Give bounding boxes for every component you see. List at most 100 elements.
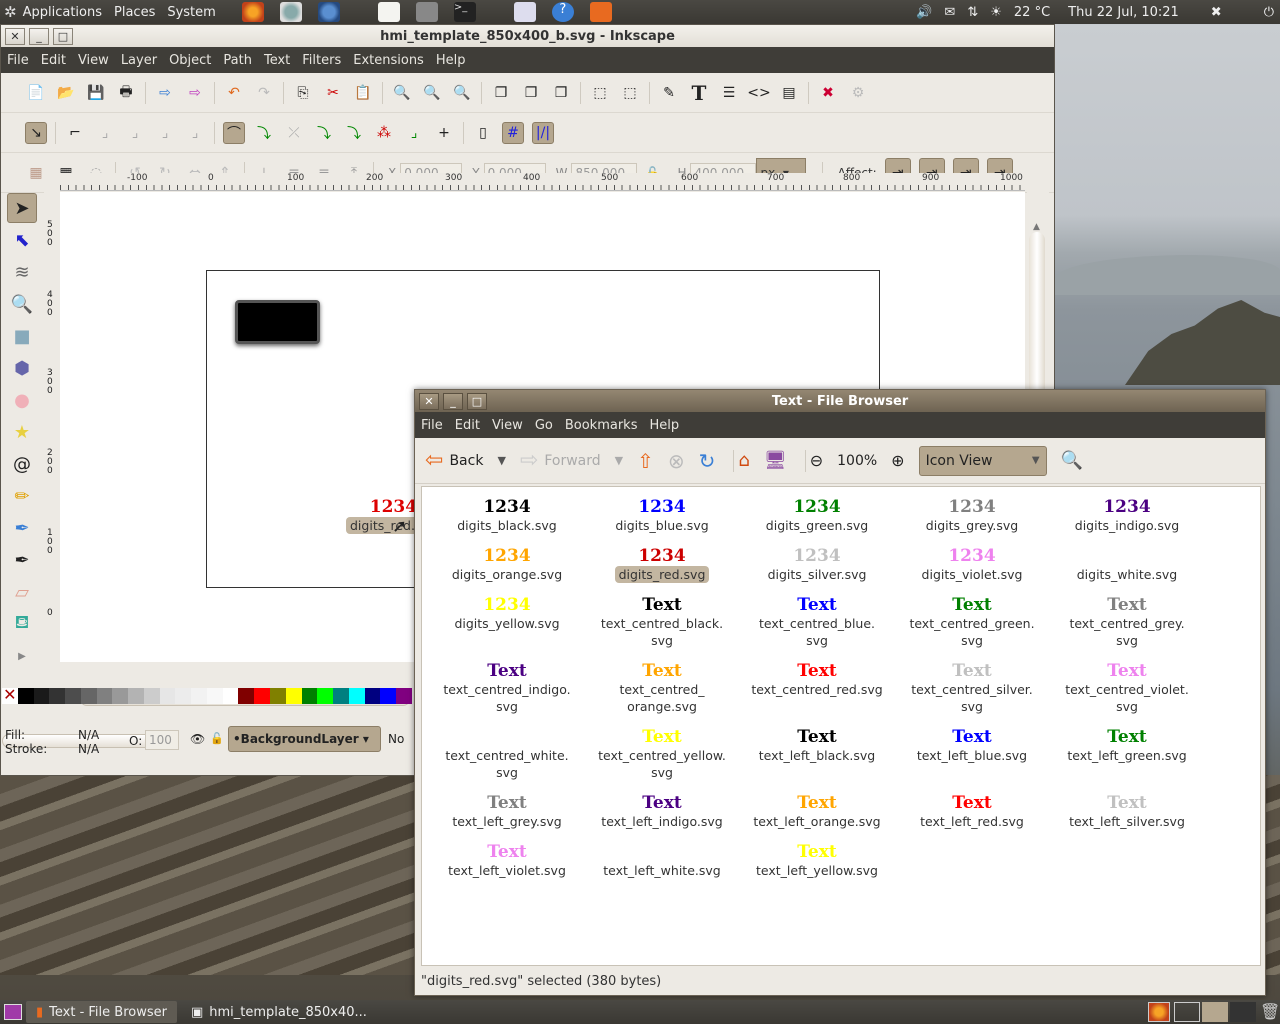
black-display-rectangle[interactable] [235,300,320,344]
mail-indicator-icon[interactable]: ✉ [938,5,961,20]
snap-guides-icon[interactable]: |/| [532,121,554,144]
applications-menu[interactable]: Applications [17,5,108,20]
text-font-icon[interactable]: T [688,81,710,105]
places-menu[interactable]: Places [108,5,161,20]
maximize-button[interactable]: □ [467,392,487,410]
menu-file[interactable]: File [415,418,449,433]
menu-layer[interactable]: Layer [115,53,163,68]
menu-bookmarks[interactable]: Bookmarks [559,418,644,433]
forward-button[interactable]: ⇨ Forward [520,448,601,473]
duplicate-icon[interactable]: ❐ [490,82,512,104]
file-item[interactable]: Text text_centred_silver. svg [897,661,1047,715]
firefox-icon[interactable] [241,2,264,22]
snap-nodes-icon[interactable]: ⌒ [223,121,245,144]
minimize-button[interactable]: _ [29,27,49,45]
file-item[interactable]: 1234 digits_red.svg [587,546,737,583]
file-item[interactable]: Text text_left_grey.svg [432,793,582,830]
color-swatch[interactable] [65,688,81,704]
color-swatch[interactable] [364,688,381,704]
color-swatch[interactable] [285,688,302,704]
weather-temperature[interactable]: 22 °C [1008,5,1056,20]
file-item[interactable]: Text text_left_white.svg [587,842,737,879]
weather-icon[interactable]: ☀ [984,5,1008,20]
file-item[interactable]: 1234 digits_indigo.svg [1052,497,1202,534]
paint-bucket-tool-icon[interactable]: ⛾ [7,609,37,639]
network-icon[interactable]: ⇅ [961,5,984,20]
selector-tool-icon[interactable]: ➤ [7,193,37,223]
file-item[interactable]: Text text_left_black.svg [742,727,892,764]
snap-grid-icon[interactable]: # [502,121,524,144]
snap-bbox-edge-icon[interactable]: ⌟ [94,122,116,144]
mail-client-icon[interactable] [279,2,302,22]
color-swatch[interactable] [17,688,34,704]
enable-snapping-icon[interactable]: ↘ [25,121,47,144]
back-history-dropdown[interactable]: ▼ [497,454,505,467]
menu-object[interactable]: Object [163,53,217,68]
menu-edit[interactable]: Edit [449,418,486,433]
snap-center-icon[interactable]: ⌟ [403,122,425,144]
file-item[interactable]: Text text_left_violet.svg [432,842,582,879]
color-swatch[interactable] [270,688,286,704]
close-button[interactable]: ✕ [5,27,25,45]
firefox-tray-icon[interactable] [1148,1002,1170,1022]
opacity-field[interactable]: 100 [145,730,179,750]
file-item[interactable]: Text text_centred_grey. svg [1052,595,1202,649]
help-icon[interactable]: ? [551,2,574,22]
minimize-button[interactable]: _ [443,392,463,410]
undo-icon[interactable]: ↶ [223,82,245,104]
file-item[interactable]: Text text_centred_blue. svg [742,595,892,649]
node-tool-icon[interactable]: ⬉ [7,225,37,255]
menu-text[interactable]: Text [258,53,296,68]
current-layer-select[interactable]: •BackgroundLayer ▾ [228,726,381,752]
snap-page-border-icon[interactable]: ▯ [472,122,494,144]
maximize-button[interactable]: □ [53,27,73,45]
zoom-page-icon[interactable]: 🔍 [451,82,473,104]
file-item[interactable]: Text text_left_red.svg [897,793,1047,830]
text-editor-icon[interactable] [377,2,400,22]
snap-bbox-icon[interactable]: ⌐ [64,122,86,144]
color-swatch[interactable] [380,688,397,704]
align-distribute-icon[interactable]: ▤ [778,82,800,104]
redo-icon[interactable]: ↷ [253,82,275,104]
layer-visibility-icon[interactable]: 👁 [190,732,205,746]
color-swatch[interactable] [254,688,271,704]
workspace-1[interactable] [1174,1002,1200,1022]
file-item[interactable]: Text text_left_green.svg [1052,727,1202,764]
file-item[interactable]: Text text_left_blue.svg [897,727,1047,764]
color-swatch[interactable] [143,688,160,704]
taskbar-item-inkscape[interactable]: ▣ hmi_template_850x40... [181,1001,377,1023]
layers-icon[interactable]: ☰ [718,82,740,104]
calligraphy-tool-icon[interactable]: ✒ [7,545,37,575]
snap-bbox-midpoint-icon[interactable]: ⌟ [154,122,176,144]
zoom-in-icon[interactable]: ⊕ [891,451,904,470]
home-icon[interactable]: ⌂ [738,450,749,471]
show-desktop-icon[interactable] [4,1004,22,1020]
document-properties-icon[interactable]: ⚙ [847,82,869,104]
file-item[interactable]: 1234 digits_silver.svg [742,546,892,583]
workspace-3[interactable] [1230,1002,1256,1022]
stop-icon[interactable]: ⊗ [668,449,685,473]
zoom-selection-icon[interactable]: 🔍 [391,82,413,104]
file-item[interactable]: 1234 digits_white.svg [1052,546,1202,583]
file-browser-titlebar[interactable]: ✕ _ □ Text - File Browser [415,390,1265,412]
ubuntu-logo-icon[interactable]: ✲ [4,3,17,21]
trash-icon[interactable]: 🗑 [1260,1002,1280,1022]
print-icon[interactable]: 🖶 [115,82,137,104]
color-swatch[interactable] [396,688,412,704]
zoom-drawing-icon[interactable]: 🔍 [421,82,443,104]
file-item[interactable]: Text text_centred_white. svg [432,727,582,781]
layer-lock-icon[interactable]: 🔓 [210,732,224,745]
menu-file[interactable]: File [1,53,35,68]
snap-bbox-corner-icon[interactable]: ⌟ [124,122,146,144]
new-document-icon[interactable]: 📄 [25,82,47,104]
snap-object-midpoints-icon[interactable]: ⁂ [373,122,395,144]
back-button[interactable]: ⇦ Back [425,448,483,473]
color-swatch[interactable] [96,688,113,704]
file-item[interactable]: 1234 digits_orange.svg [432,546,582,583]
file-item[interactable]: Text text_centred_indigo. svg [432,661,582,715]
color-swatch[interactable] [317,688,334,704]
terminal-icon[interactable]: >_ [453,2,476,22]
ellipse-tool-icon[interactable]: ● [7,385,37,415]
pen-tool-icon[interactable]: ✒ [7,513,37,543]
up-arrow-icon[interactable]: ⇧ [637,449,654,473]
